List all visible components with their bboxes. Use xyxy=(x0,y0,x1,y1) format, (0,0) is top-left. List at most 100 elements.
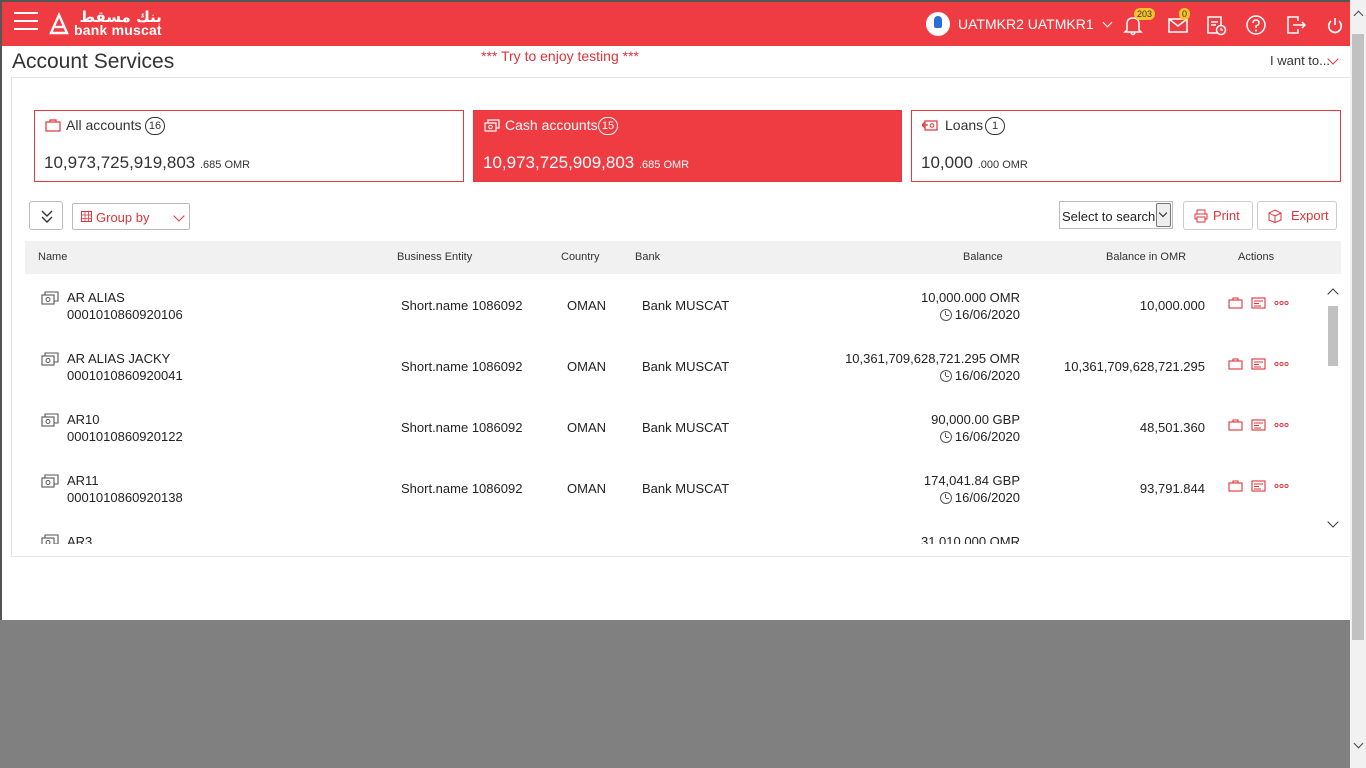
grid-icon xyxy=(81,211,92,222)
statement-card-icon[interactable] xyxy=(1251,419,1266,431)
account-number: 0001010860920106 xyxy=(67,307,183,322)
table-row[interactable]: AR11 0001010860920138 Short.name 1086092… xyxy=(25,457,1325,518)
page-scrollbar[interactable] xyxy=(1350,0,1366,768)
briefcase-icon[interactable] xyxy=(1228,419,1243,431)
account-number: 0001010860920138 xyxy=(67,490,183,505)
business-entity: Short.name 1086092 xyxy=(401,298,523,313)
column-header-balance[interactable]: Balance xyxy=(963,251,1003,263)
bank-logo[interactable]: بنك مسقط bank muscat xyxy=(48,8,162,40)
balance: 31,010.000 OMR xyxy=(920,534,1020,544)
bank: Bank MUSCAT xyxy=(642,298,730,313)
logout-icon[interactable] xyxy=(1285,14,1307,36)
top-bar: بنك مسقط bank muscat UATMKR2 UATMKR1 203… xyxy=(2,2,1350,46)
country: OMAN xyxy=(567,481,606,496)
country: OMAN xyxy=(567,359,606,374)
export-box-icon xyxy=(1268,209,1282,223)
print-label: Print xyxy=(1213,208,1240,223)
user-name: UATMKR2 UATMKR1 xyxy=(958,16,1094,32)
balance: 174,041.84 GBP xyxy=(923,473,1020,488)
balance-in-omr: 10,000.000 xyxy=(1139,298,1205,313)
balance-date: 16/06/2020 xyxy=(939,307,1020,322)
column-header-balance-omr[interactable]: Balance in OMR xyxy=(1106,251,1186,263)
avatar xyxy=(926,12,950,36)
more-options-icon[interactable] xyxy=(1274,419,1289,431)
card-count-badge: 15 xyxy=(598,117,618,135)
card-all-accounts[interactable]: All accounts 16 10,973,725,919,803 .685 … xyxy=(34,110,464,182)
power-icon[interactable] xyxy=(1324,14,1346,36)
account-name[interactable]: AR10 xyxy=(67,412,100,427)
business-entity: Short.name 1086092 xyxy=(401,481,523,496)
scroll-up-icon[interactable] xyxy=(1353,10,1364,21)
balance-date: 16/06/2020 xyxy=(939,368,1020,383)
account-name[interactable]: AR ALIAS JACKY xyxy=(67,351,170,366)
row-actions xyxy=(1228,297,1289,309)
business-entity: Short.name 1086092 xyxy=(401,420,523,435)
printer-icon xyxy=(1194,209,1208,223)
card-cash-accounts[interactable]: Cash accounts 15 10,973,725,909,803 .685… xyxy=(473,110,902,182)
accounts-table-body: AR ALIAS 0001010860920106 Short.name 108… xyxy=(25,274,1325,544)
chevron-down-icon[interactable] xyxy=(1156,203,1171,227)
briefcase-icon[interactable] xyxy=(1228,297,1243,309)
table-row[interactable]: AR ALIAS 0001010860920106 Short.name 108… xyxy=(25,274,1325,335)
column-header-bank[interactable]: Bank xyxy=(635,251,660,263)
cash-icon xyxy=(41,352,59,366)
table-row[interactable]: AR ALIAS JACKY 0001010860920041 Short.na… xyxy=(25,335,1325,396)
table-header: Name Business Entity Country Bank Balanc… xyxy=(25,241,1341,274)
card-loans[interactable]: Loans 1 10,000 .000 OMR xyxy=(911,110,1341,182)
notification-bell-icon[interactable]: 203 xyxy=(1122,8,1156,36)
country: OMAN xyxy=(567,420,606,435)
briefcase-icon[interactable] xyxy=(1228,358,1243,370)
search-select-value: Select to search xyxy=(1062,209,1156,224)
scroll-down-icon[interactable] xyxy=(1353,738,1364,749)
group-by-label: Group by xyxy=(96,210,150,225)
scroll-thumb[interactable] xyxy=(1328,306,1338,366)
account-name[interactable]: AR11 xyxy=(67,473,99,488)
export-button[interactable]: Export xyxy=(1257,201,1337,230)
scroll-thumb[interactable] xyxy=(1352,34,1364,640)
messages-count-badge: 0 xyxy=(1179,8,1191,20)
table-scrollbar[interactable] xyxy=(1326,284,1340,534)
user-menu[interactable]: UATMKR2 UATMKR1 xyxy=(926,12,1113,36)
print-button[interactable]: Print xyxy=(1183,201,1253,230)
card-label: Cash accounts xyxy=(505,117,598,133)
table-row[interactable]: AR3 31,010.000 OMR xyxy=(25,518,1325,544)
card-count-badge: 1 xyxy=(985,117,1005,135)
more-options-icon[interactable] xyxy=(1274,297,1289,309)
group-by-dropdown[interactable]: Group by xyxy=(72,203,190,230)
menu-icon[interactable] xyxy=(14,12,38,32)
row-actions xyxy=(1228,358,1289,370)
i-want-to-menu[interactable]: I want to... xyxy=(1270,53,1330,68)
clock-icon xyxy=(939,430,952,443)
chevron-down-icon xyxy=(1102,17,1113,27)
card-label: All accounts xyxy=(66,117,142,133)
scroll-up-icon[interactable] xyxy=(1327,288,1339,300)
balance-in-omr: 48,501.360 xyxy=(1139,420,1205,435)
card-label: Loans xyxy=(945,117,984,133)
column-header-actions: Actions xyxy=(1238,251,1275,263)
balance-date: 16/06/2020 xyxy=(939,429,1020,444)
pending-tasks-icon[interactable] xyxy=(1205,14,1227,36)
column-header-business-entity[interactable]: Business Entity xyxy=(397,251,472,263)
expand-all-button[interactable] xyxy=(29,201,63,230)
loan-icon xyxy=(922,120,938,131)
statement-card-icon[interactable] xyxy=(1251,297,1266,309)
column-header-name[interactable]: Name xyxy=(38,251,67,263)
column-header-country[interactable]: Country xyxy=(561,251,600,263)
row-actions xyxy=(1228,480,1289,492)
account-name[interactable]: AR3 xyxy=(67,534,92,544)
more-options-icon[interactable] xyxy=(1274,358,1289,370)
account-number: 0001010860920122 xyxy=(67,429,183,444)
briefcase-icon[interactable] xyxy=(1228,480,1243,492)
page-title: Account Services xyxy=(12,50,175,73)
help-icon[interactable] xyxy=(1245,14,1267,36)
table-row[interactable]: AR10 0001010860920122 Short.name 1086092… xyxy=(25,396,1325,457)
statement-card-icon[interactable] xyxy=(1251,358,1266,370)
scroll-down-icon[interactable] xyxy=(1327,516,1339,528)
account-name[interactable]: AR ALIAS xyxy=(67,290,125,305)
more-options-icon[interactable] xyxy=(1274,480,1289,492)
bank: Bank MUSCAT xyxy=(642,359,730,374)
search-select[interactable]: Select to search xyxy=(1059,201,1173,229)
mail-icon[interactable]: 0 xyxy=(1167,8,1191,36)
statement-card-icon[interactable] xyxy=(1251,480,1266,492)
balance: 90,000.00 GBP xyxy=(931,412,1020,427)
